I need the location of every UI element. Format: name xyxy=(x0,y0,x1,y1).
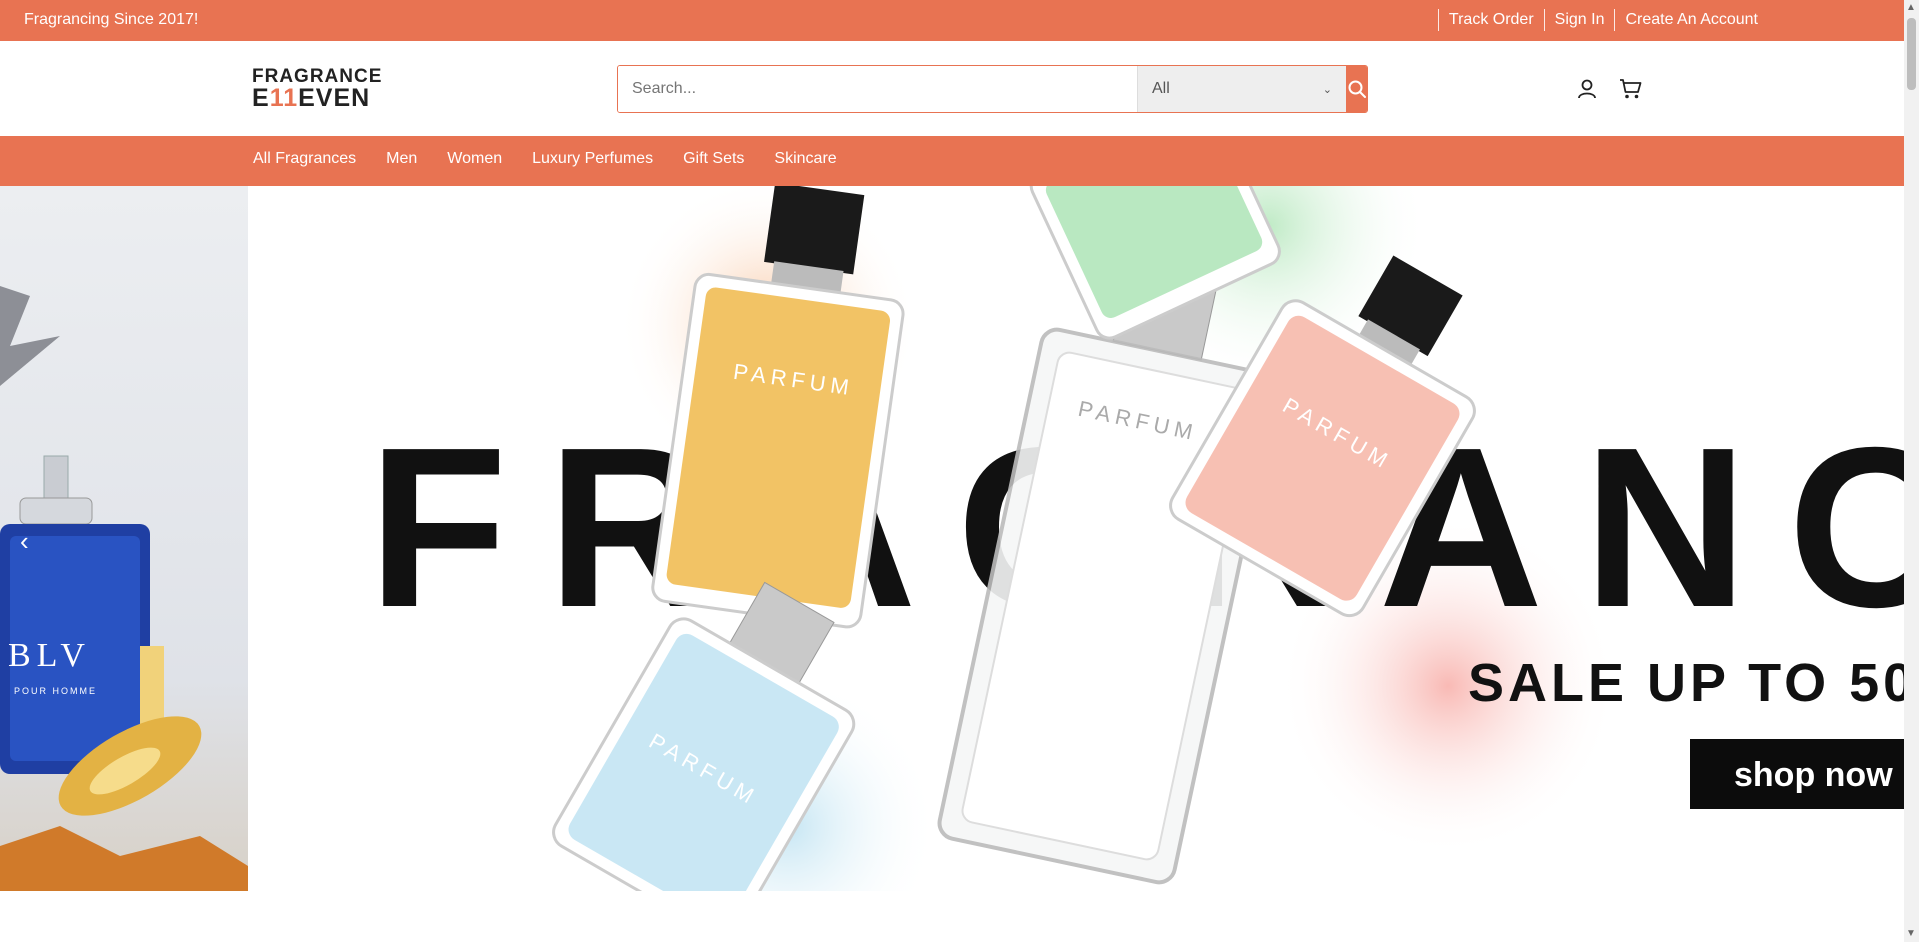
site-header: FRAGRANCE E11EVEN All ⌄ xyxy=(0,41,1904,136)
nav-item-skincare[interactable]: Skincare xyxy=(774,150,836,168)
scrollbar-thumb[interactable] xyxy=(1907,18,1916,90)
scroll-up-icon[interactable]: ▲ xyxy=(1906,2,1916,13)
svg-text:POUR HOMME: POUR HOMME xyxy=(14,686,97,696)
cart-icon[interactable] xyxy=(1617,75,1645,103)
search-bar: All ⌄ xyxy=(617,65,1368,113)
chevron-down-icon: ⌄ xyxy=(1322,83,1332,96)
sign-in-link[interactable]: Sign In xyxy=(1543,9,1615,31)
scroll-down-icon[interactable]: ▼ xyxy=(1906,928,1916,939)
nav-item-women[interactable]: Women xyxy=(447,150,502,168)
page-scrollbar[interactable]: ▲ ▼ xyxy=(1904,0,1919,942)
svg-text:SALE UP TO 50: SALE UP TO 50 xyxy=(1468,653,1904,713)
search-button[interactable] xyxy=(1346,66,1367,112)
active-slide[interactable]: FRAGRANCE PARFUM PARFUM xyxy=(248,186,1904,891)
previous-slide[interactable]: BLV POUR HOMME xyxy=(0,186,248,891)
search-icon xyxy=(1348,80,1366,98)
tagline: Fragrancing Since 2017! xyxy=(24,11,199,28)
nav-item-all-fragrances[interactable]: All Fragrances xyxy=(253,150,356,168)
category-select[interactable]: All ⌄ xyxy=(1137,66,1346,112)
chevron-left-icon[interactable]: ‹ xyxy=(20,526,29,557)
previous-slide-image: BLV POUR HOMME xyxy=(0,286,248,891)
nav-item-gift-sets[interactable]: Gift Sets xyxy=(683,150,744,168)
nav-item-luxury-perfumes[interactable]: Luxury Perfumes xyxy=(532,150,653,168)
search-input[interactable] xyxy=(618,66,1137,112)
category-value: All xyxy=(1152,80,1170,97)
create-account-link[interactable]: Create An Account xyxy=(1614,9,1768,31)
hero-banner-image: FRAGRANCE PARFUM PARFUM xyxy=(368,186,1904,891)
svg-text:BLV: BLV xyxy=(8,637,91,674)
account-links: Track Order Sign In Create An Account xyxy=(1437,9,1768,31)
account-icon[interactable] xyxy=(1573,75,1601,103)
hero-carousel: BLV POUR HOMME FRAGRANCE xyxy=(0,186,1904,891)
announcement-bar: Fragrancing Since 2017! Track Order Sign… xyxy=(0,0,1904,41)
track-order-link[interactable]: Track Order xyxy=(1437,9,1544,31)
main-nav: All Fragrances Men Women Luxury Perfumes… xyxy=(0,136,1904,186)
svg-text:shop now: shop now xyxy=(1734,756,1893,794)
nav-item-men[interactable]: Men xyxy=(386,150,417,168)
chevron-right-icon[interactable]: › xyxy=(1866,526,1875,557)
logo[interactable]: FRAGRANCE E11EVEN xyxy=(252,67,416,111)
